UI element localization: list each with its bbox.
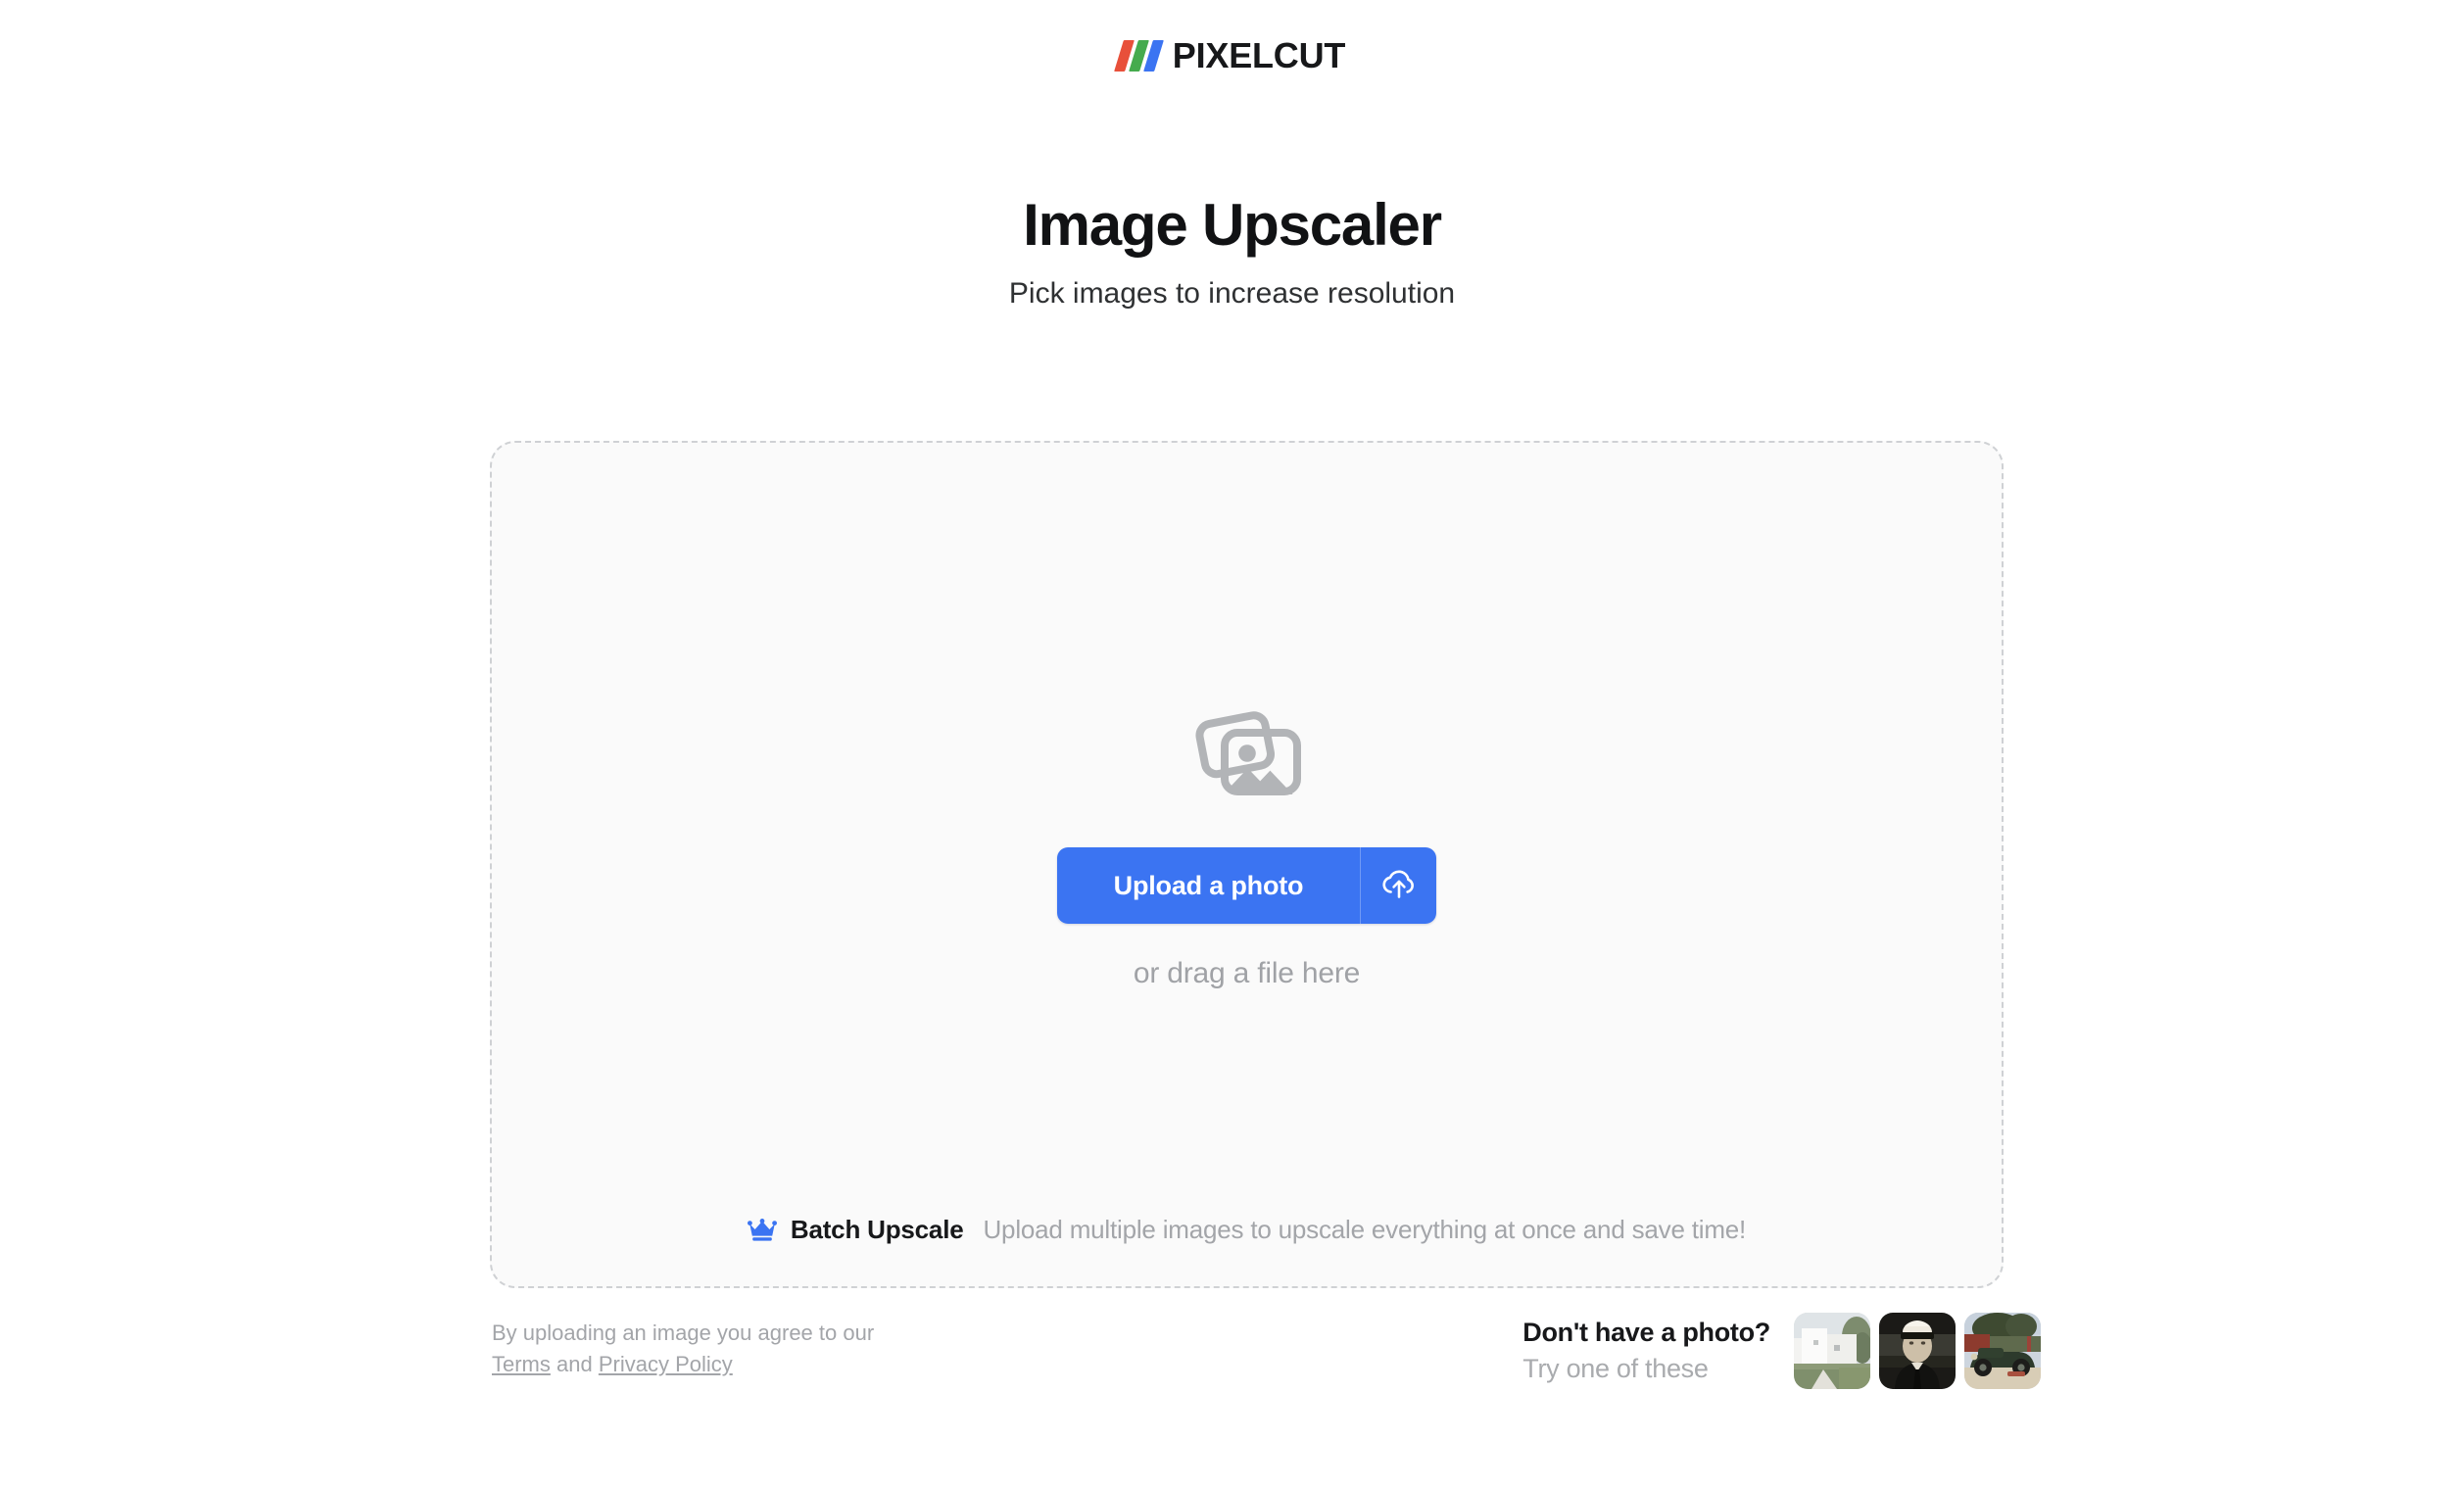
sample-thumbnail-officer-portrait[interactable] [1879, 1313, 1956, 1389]
legal-line-one: By uploading an image you agree to our [492, 1320, 875, 1345]
legal-disclaimer: By uploading an image you agree to our T… [492, 1318, 874, 1380]
sample-photos-title: Don't have a photo? [1522, 1318, 1770, 1347]
pixelcut-logo-icon [1113, 39, 1164, 72]
crown-icon [747, 1218, 777, 1242]
page-title: Image Upscaler [1023, 192, 1442, 258]
upload-control-group: Upload a photo [1056, 847, 1437, 924]
sample-thumbnail-vintage-car[interactable] [1964, 1313, 2041, 1389]
page-subtitle: Pick images to increase resolution [1008, 277, 1456, 311]
cloud-upload-button[interactable] [1360, 847, 1437, 924]
photos-stack-icon [1191, 709, 1303, 804]
batch-upscale-row[interactable]: Batch Upscale Upload multiple images to … [492, 1215, 2002, 1245]
privacy-policy-link[interactable]: Privacy Policy [599, 1352, 733, 1376]
brand-wordmark: PIXELCUT [1172, 35, 1346, 75]
terms-link[interactable]: Terms [492, 1352, 551, 1376]
cloud-upload-icon [1380, 868, 1418, 904]
batch-upscale-title: Batch Upscale [790, 1215, 964, 1244]
sample-thumbnail-white-villa[interactable] [1794, 1313, 1870, 1389]
sample-photos-copy: Don't have a photo? Try one of these [1522, 1318, 1770, 1384]
dropzone-content: Upload a photo or drag a file here [492, 709, 2002, 990]
batch-upscale-description: Upload multiple images to upscale everyt… [983, 1215, 1747, 1244]
sample-thumbnail-list [1794, 1313, 2041, 1389]
sample-photos-subtitle: Try one of these [1522, 1354, 1709, 1383]
sample-photos-section: Don't have a photo? Try one of these [1522, 1313, 2041, 1389]
drag-file-hint: or drag a file here [1133, 957, 1361, 989]
legal-line-two: Terms and Privacy Policy [492, 1349, 874, 1380]
brand-header: PIXELCUT [0, 35, 2464, 76]
upload-photo-button[interactable]: Upload a photo [1056, 847, 1361, 924]
file-dropzone[interactable]: Upload a photo or drag a file here Batch… [490, 441, 2004, 1288]
legal-conjunction: and [556, 1351, 593, 1376]
upscaler-page: PIXELCUT Image Upscaler Pick images to i… [0, 0, 2464, 1488]
hero-section: Image Upscaler Pick images to increase r… [0, 192, 2464, 311]
